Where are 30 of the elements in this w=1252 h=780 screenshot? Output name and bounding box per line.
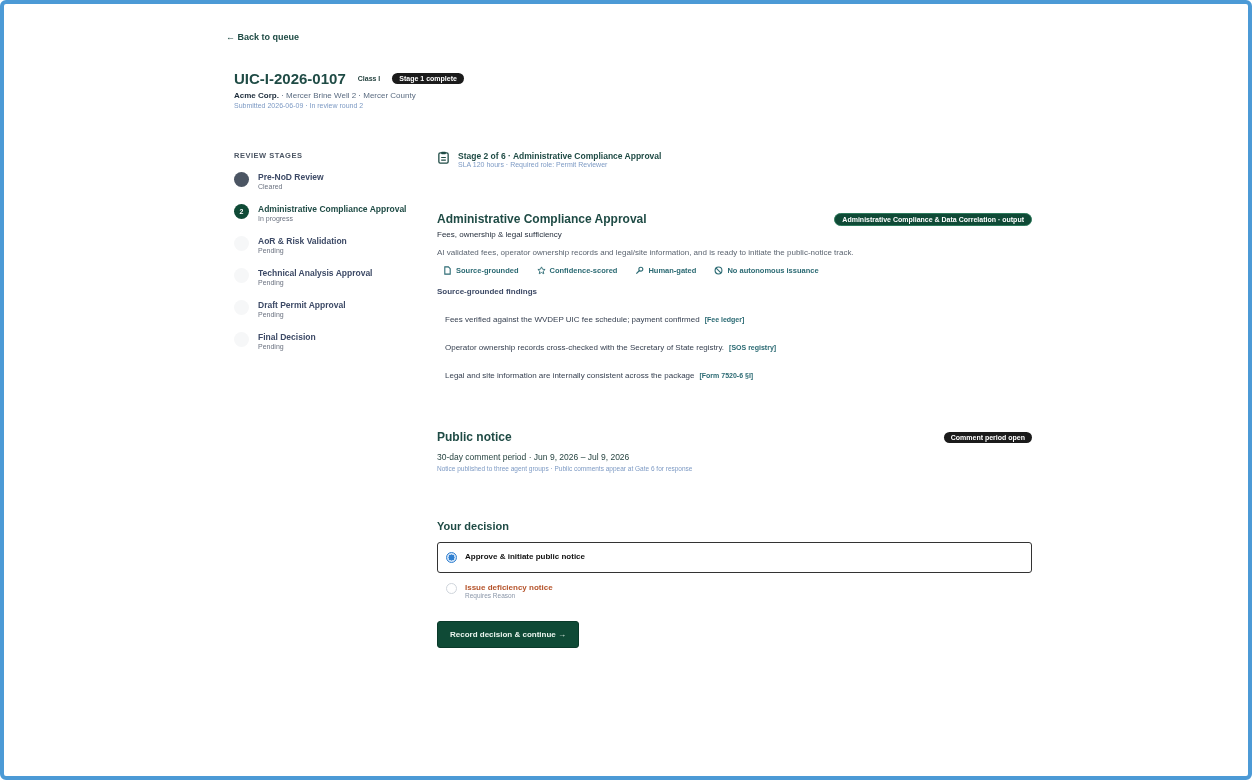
finding-text: Fees verified against the WVDEP UIC fee schedule; payment confirmed bbox=[445, 315, 700, 324]
document-icon bbox=[443, 266, 452, 275]
clipboard-icon bbox=[437, 151, 450, 164]
stage-title[interactable]: Pre-NoD Review bbox=[258, 172, 324, 184]
key-icon bbox=[635, 266, 645, 275]
case-id: UIC-I-2026-0107 bbox=[234, 70, 346, 87]
comment-period: 30-day comment period · Jun 9, 2026 – Jul 9, 2026 bbox=[437, 452, 631, 462]
stage-title[interactable]: Administrative Compliance Approval bbox=[258, 204, 407, 216]
stage-title[interactable]: AoR & Risk Validation bbox=[258, 236, 347, 248]
record-decision-button[interactable]: Record decision & continue → bbox=[437, 621, 579, 648]
findings-heading: Source-grounded findings bbox=[437, 287, 538, 296]
stage-title[interactable]: Draft Permit Approval bbox=[258, 300, 346, 312]
stage-title[interactable]: Final Decision bbox=[258, 332, 316, 344]
star-icon bbox=[536, 266, 546, 275]
decision-heading: Your decision bbox=[437, 520, 510, 532]
radio-button[interactable] bbox=[446, 552, 457, 563]
prohibited-icon bbox=[714, 266, 724, 275]
section-subtitle: Fees, ownership & legal sufficiency bbox=[437, 230, 563, 239]
back-link[interactable]: ← Back to queue bbox=[226, 32, 299, 42]
decision-option[interactable]: Approve & initiate public notice bbox=[437, 542, 1032, 573]
summary-text: AI validated fees, operator ownership records and legal/site information, and is ready to initiate the public-notice track. bbox=[437, 248, 855, 257]
finding-text: Legal and site information are internally consistent across the package bbox=[445, 371, 695, 380]
operator-line: Acme Corp. · Mercer Brine Well 2 · Mercer County bbox=[234, 91, 417, 100]
section-title: Public notice bbox=[437, 430, 512, 444]
stage-title: Stage 2 of 6 · Administrative Compliance Approval bbox=[458, 151, 662, 161]
section-title: Administrative Compliance Approval bbox=[437, 212, 647, 226]
finding-text: Operator ownership records cross-checked with the Secretary of State registry. bbox=[445, 343, 725, 352]
stage-title[interactable]: Technical Analysis Approval bbox=[258, 268, 373, 280]
option-label: Issue deficiency notice bbox=[465, 583, 553, 592]
option-label: Approve & initiate public notice bbox=[465, 552, 585, 561]
